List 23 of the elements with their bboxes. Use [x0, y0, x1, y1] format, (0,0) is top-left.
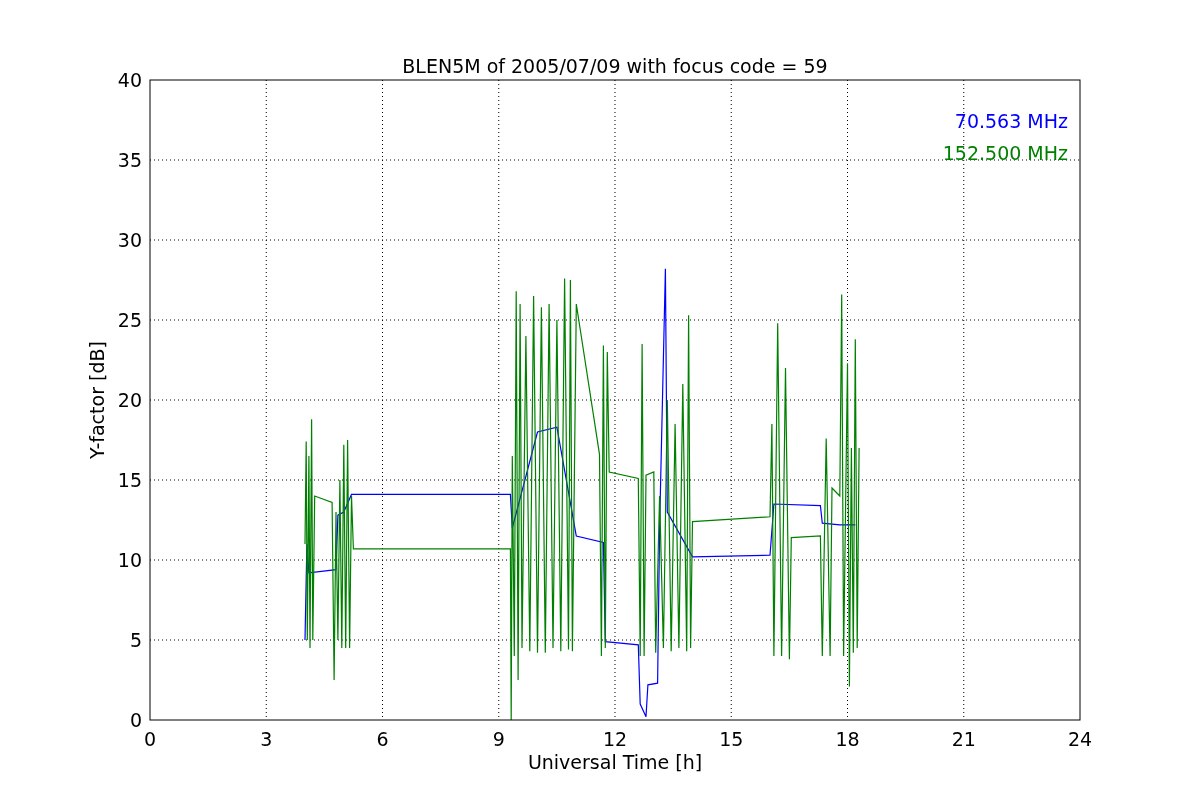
y-tick-label: 5	[129, 629, 142, 651]
y-tick-label: 40	[117, 69, 142, 91]
x-axis-label: Universal Time [h]	[527, 751, 703, 773]
x-tick-label: 9	[492, 728, 505, 750]
x-tick-label: 12	[602, 728, 628, 750]
legend-label: 70.563 MHz	[954, 110, 1068, 132]
x-tick-label: 21	[951, 728, 976, 750]
x-tick-label: 18	[835, 728, 860, 750]
chart-title: BLEN5M of 2005/07/09 with focus code = 59	[402, 55, 828, 77]
y-tick-label: 15	[117, 469, 142, 491]
y-tick-label: 35	[117, 149, 142, 171]
x-tick-label: 24	[1067, 728, 1093, 750]
y-tick-label: 25	[117, 309, 142, 331]
x-tick-label: 15	[719, 728, 744, 750]
legend-label: 152.500 MHz	[942, 142, 1068, 164]
y-tick-label: 10	[117, 549, 142, 571]
y-tick-label: 0	[129, 709, 142, 731]
x-tick-label: 3	[260, 728, 273, 750]
y-axis-label: Y-factor [dB]	[86, 341, 108, 459]
x-tick-label: 6	[376, 728, 389, 750]
y-tick-label: 20	[117, 389, 142, 411]
y-tick-label: 30	[117, 229, 142, 251]
x-tick-label: 0	[143, 728, 157, 750]
